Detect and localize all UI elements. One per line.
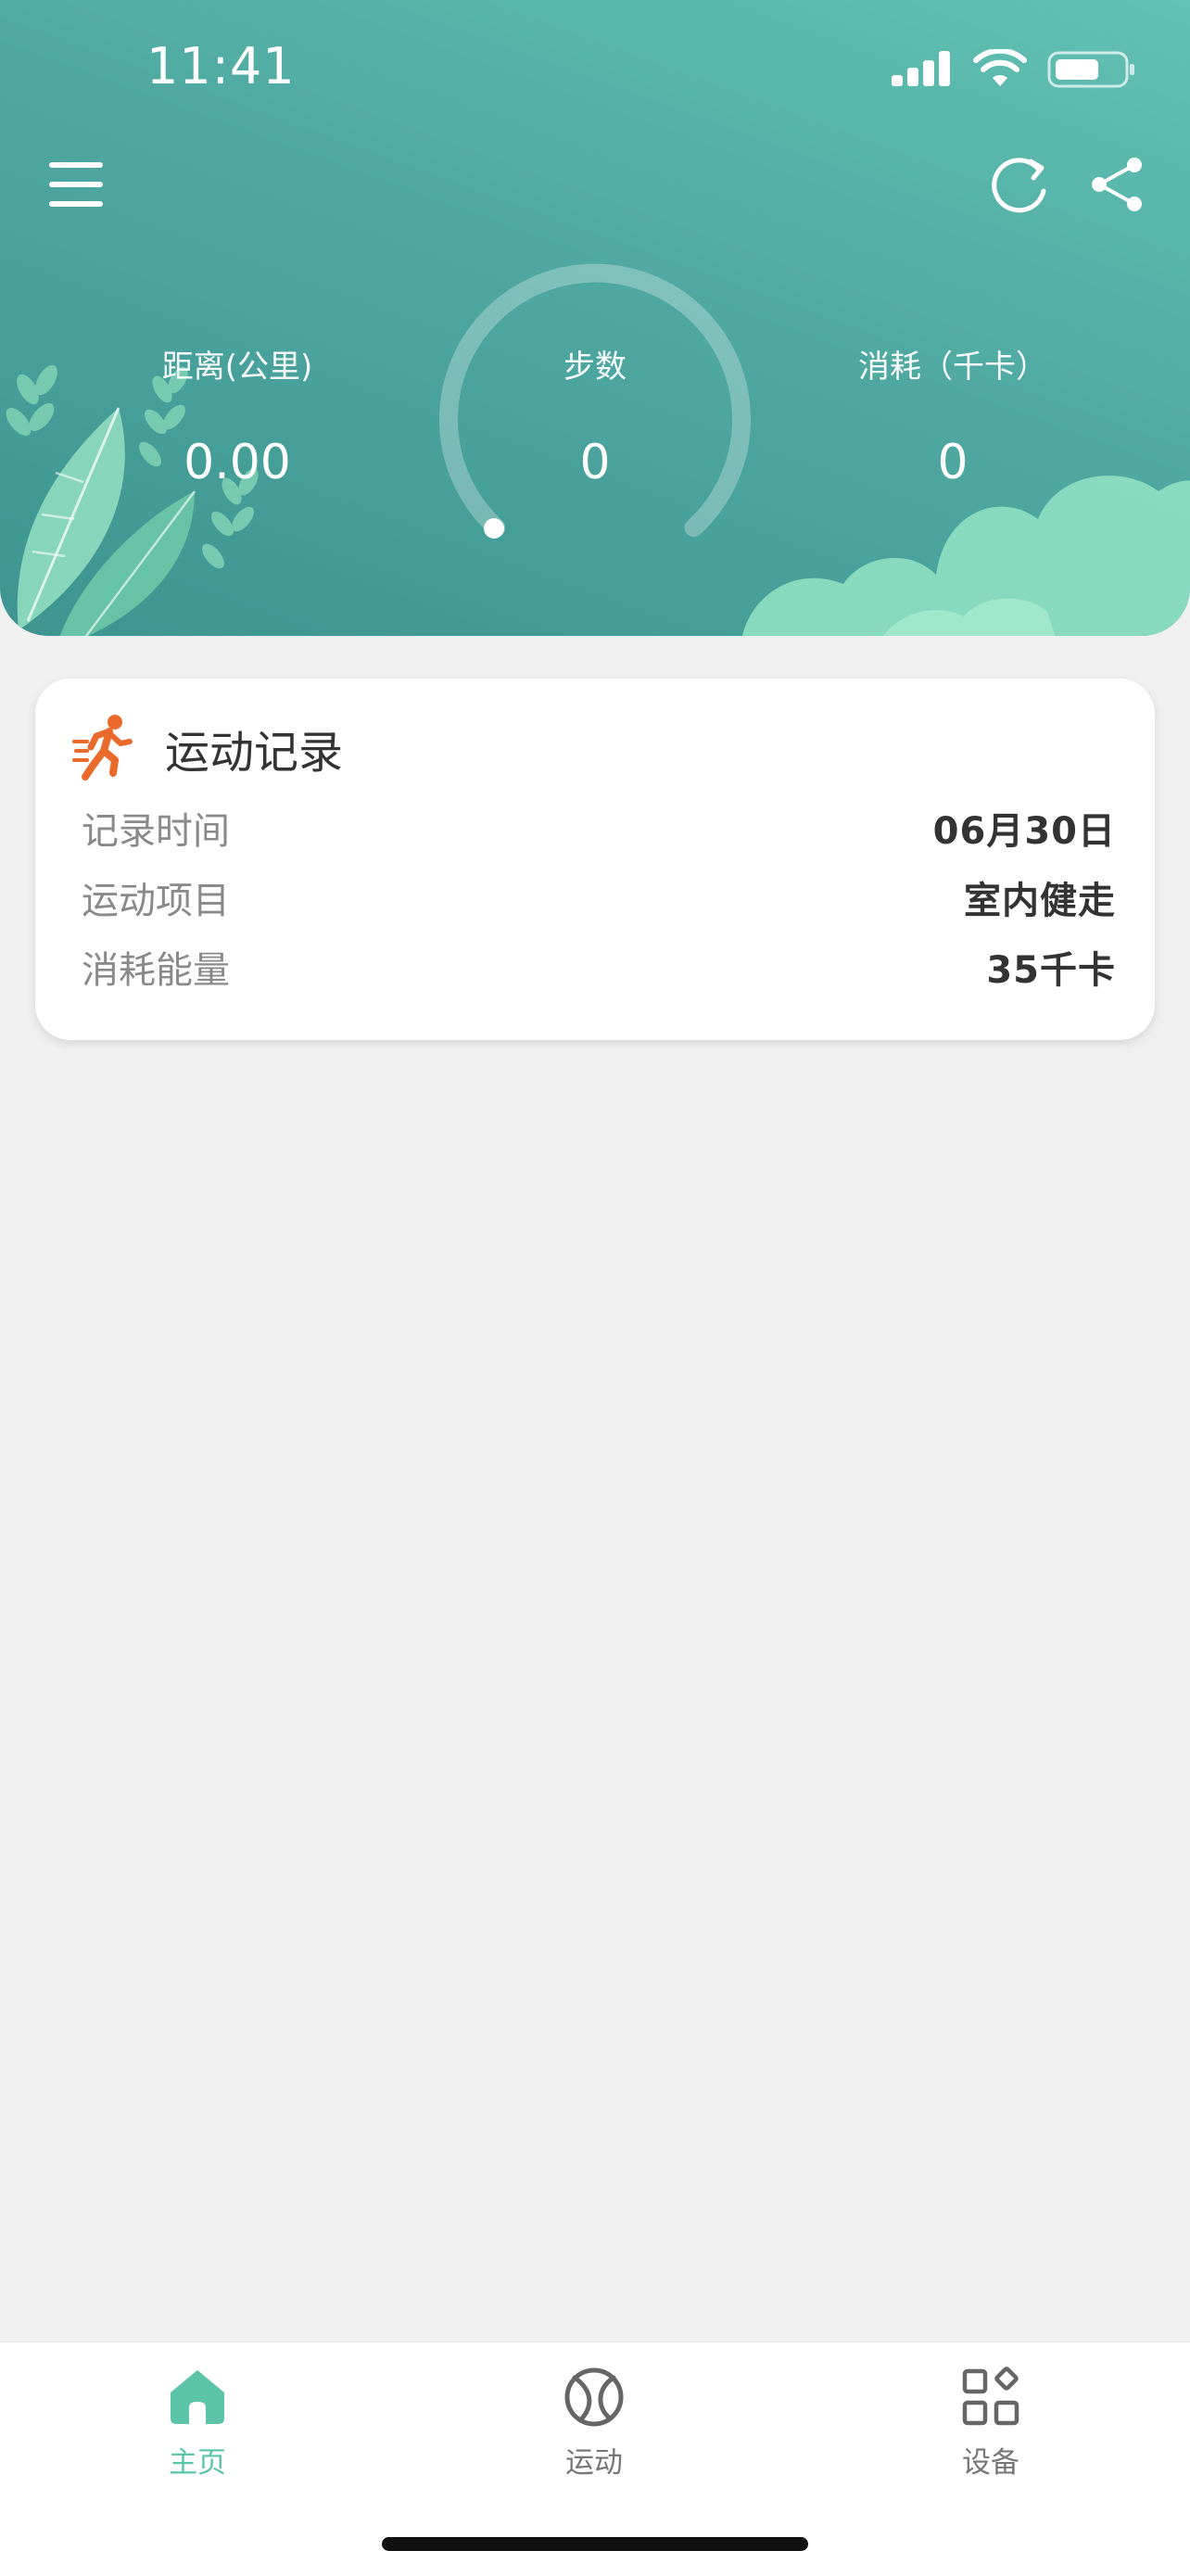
stat-calories-label: 消耗（千卡）	[858, 349, 1047, 386]
cellular-signal-icon	[892, 51, 950, 86]
stat-distance: 距离(公里) 0.00	[80, 341, 395, 490]
home-indicator[interactable]	[382, 2537, 808, 2551]
stat-steps-label: 步数	[563, 349, 627, 386]
record-row-key: 记录时间	[82, 810, 230, 853]
share-button[interactable]	[1084, 152, 1149, 217]
header-banner: 11:41 距离(公里) 0.00 步数 0 消耗（千卡） 0	[0, 0, 1190, 636]
stat-steps-value: 0	[579, 435, 611, 490]
refresh-button[interactable]	[988, 152, 1053, 217]
record-row-value: 35千卡	[986, 949, 1116, 992]
menu-icon	[49, 162, 103, 207]
stat-calories: 消耗（千卡） 0	[795, 341, 1110, 490]
record-row-value: 06月30日	[932, 810, 1116, 853]
exercise-record-card[interactable]: 运动记录 记录时间 06月30日 运动项目 室内健走 消耗能量 35千卡	[35, 679, 1155, 1040]
status-icons	[892, 46, 1136, 93]
record-row-value: 室内健走	[964, 880, 1116, 922]
stat-distance-label: 距离(公里)	[161, 349, 313, 386]
tab-devices-label: 设备	[962, 2446, 1019, 2480]
share-icon	[1092, 158, 1142, 211]
record-row-energy: 消耗能量 35千卡	[82, 940, 1116, 996]
menu-button[interactable]	[41, 152, 111, 217]
sports-ball-icon	[564, 2367, 624, 2427]
devices-grid-icon	[962, 2367, 1019, 2426]
tab-devices[interactable]: 设备	[880, 2365, 1102, 2494]
stat-calories-value: 0	[937, 435, 968, 490]
record-row-key: 消耗能量	[82, 949, 230, 992]
wifi-icon	[973, 49, 1027, 86]
tab-sports[interactable]: 运动	[483, 2365, 705, 2494]
record-row-key: 运动项目	[82, 880, 230, 922]
running-person-icon	[72, 715, 133, 780]
tab-home-label: 主页	[169, 2446, 226, 2480]
tab-sports-label: 运动	[565, 2446, 623, 2480]
record-card-title: 运动记录	[165, 727, 344, 779]
stat-steps: 步数 0	[437, 341, 753, 490]
gauge-progress-dot	[484, 518, 504, 539]
record-row-activity: 运动项目 室内健走	[82, 870, 1116, 926]
record-row-time: 记录时间 06月30日	[82, 801, 1116, 857]
home-icon	[171, 2370, 224, 2424]
status-time: 11:41	[146, 37, 296, 95]
battery-icon	[1047, 51, 1134, 88]
tab-home[interactable]: 主页	[86, 2365, 309, 2494]
stat-distance-value: 0.00	[184, 435, 291, 490]
refresh-icon	[992, 158, 1046, 213]
